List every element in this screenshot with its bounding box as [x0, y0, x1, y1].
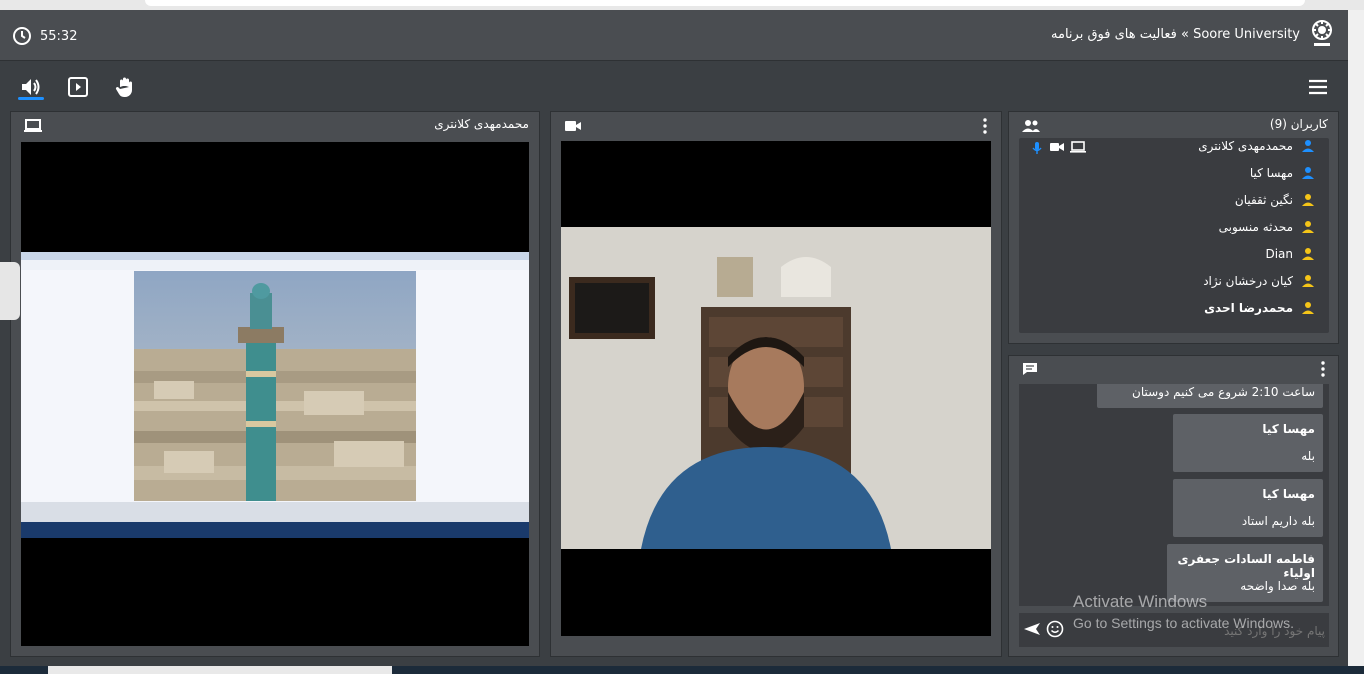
user-name: مهسا کیا: [1249, 166, 1293, 180]
timer-value: 55:32: [40, 28, 78, 44]
user-row[interactable]: محمدمهدی کلانتری: [1198, 138, 1315, 156]
user-name: محدثه منسوبی: [1218, 220, 1293, 234]
taskbar-search[interactable]: [48, 666, 392, 674]
university-logo: [1312, 20, 1332, 46]
screenshare-presenter-name: محمدمهدی کلانتری: [434, 117, 529, 131]
message-sender: مهسا کیا: [1262, 487, 1315, 501]
message-sender: فاطمه السادات جعفری اولیاء: [1177, 552, 1315, 580]
users-title: کاربران (9): [1269, 117, 1328, 131]
address-bar-edge: [145, 0, 1305, 6]
user-name: محمدرضا احدی: [1204, 301, 1293, 315]
chat-messages: ساعت 2:10 شروع می کنیم دوستان مهسا کیا ب…: [1019, 384, 1329, 606]
camera-panel: [550, 111, 1002, 657]
user-icon: [1302, 194, 1314, 206]
send-icon[interactable]: [1023, 621, 1041, 637]
user-icon: [1302, 248, 1314, 260]
laptop-icon: [1070, 141, 1086, 153]
viewer-controls: [21, 502, 529, 522]
presentation-icon[interactable]: [66, 75, 90, 99]
user-row[interactable]: محمدرضا احدی: [1204, 298, 1315, 318]
meeting-timer: 55:32: [12, 26, 77, 46]
browser-top-strip: [0, 0, 1364, 10]
video-camera-icon: [1050, 143, 1064, 151]
webcam-frame: [561, 227, 991, 549]
chat-message: مهسا کیا بله داریم استاد: [1173, 479, 1323, 537]
chat-icon: [1023, 363, 1037, 375]
user-icon: [1302, 302, 1314, 314]
more-vertical-icon[interactable]: [979, 117, 991, 135]
users-icon: [1022, 120, 1040, 132]
message-text: بله صدا واضحه: [1240, 579, 1315, 593]
clock-icon: [13, 27, 31, 45]
speaker-icon[interactable]: [19, 75, 43, 99]
action-toolbar: [0, 61, 1348, 109]
user-row[interactable]: کیان درخشان نژاد: [1203, 271, 1315, 291]
users-panel: کاربران (9) محمدمهدی کلانتری مهسا کیا نگ…: [1008, 111, 1339, 344]
screenshare-panel: محمدمهدی کلانتری: [10, 111, 540, 657]
user-icon: [1302, 221, 1314, 233]
active-indicator: [18, 97, 44, 100]
meeting-header: 55:32 Soore University » فعالیت های فوق …: [0, 10, 1348, 61]
webcam-video[interactable]: [561, 141, 991, 636]
user-name: کیان درخشان نژاد: [1203, 274, 1293, 288]
viewer-titlebar: [21, 252, 529, 260]
more-vertical-icon[interactable]: [1317, 360, 1329, 378]
viewer-canvas: [21, 270, 529, 502]
windows-activation-watermark: Activate Windows Go to Settings to activ…: [1073, 592, 1294, 631]
shared-screen[interactable]: [21, 142, 529, 646]
side-expand-tab[interactable]: [0, 262, 20, 320]
hamburger-menu-icon[interactable]: [1306, 75, 1330, 99]
chat-message: مهسا کیا بله: [1173, 414, 1323, 472]
chat-message: ساعت 2:10 شروع می کنیم دوستان: [1097, 384, 1323, 408]
os-taskbar-edge: [0, 666, 1364, 674]
user-name: نگین ثقفیان: [1234, 193, 1293, 207]
viewer-menubar: [21, 260, 529, 270]
remote-taskbar: [21, 522, 529, 538]
user-name: Dian: [1265, 247, 1293, 261]
message-text: ساعت 2:10 شروع می کنیم دوستان: [1132, 385, 1315, 399]
message-text: بله داریم استاد: [1241, 514, 1315, 528]
user-row[interactable]: نگین ثقفیان: [1235, 190, 1315, 210]
message-text: بله: [1301, 449, 1315, 463]
user-name: محمدمهدی کلانتری: [1198, 139, 1293, 153]
emoji-icon[interactable]: [1046, 620, 1064, 638]
users-list: محمدمهدی کلانتری مهسا کیا نگین ثقفیان مح…: [1019, 138, 1329, 333]
user-row[interactable]: محدثه منسوبی: [1219, 217, 1315, 237]
user-icon: [1302, 275, 1314, 287]
minaret-photo: [134, 271, 416, 501]
page-scrollbar[interactable]: [1348, 10, 1364, 666]
watermark-line1: Activate Windows: [1073, 592, 1208, 611]
meeting-title: Soore University » فعالیت های فوق برنامه: [1051, 27, 1300, 42]
user-row[interactable]: Dian: [1265, 244, 1315, 264]
user-row[interactable]: مهسا کیا: [1250, 163, 1315, 183]
watermark-line2: Go to Settings to activate Windows.: [1073, 615, 1294, 631]
user-icon: [1302, 167, 1314, 179]
video-camera-icon: [565, 121, 581, 131]
message-sender: مهسا کیا: [1262, 422, 1315, 436]
laptop-icon: [24, 119, 42, 132]
user-icon: [1302, 140, 1314, 152]
raise-hand-icon[interactable]: [113, 75, 137, 99]
microphone-icon: [1032, 142, 1042, 154]
